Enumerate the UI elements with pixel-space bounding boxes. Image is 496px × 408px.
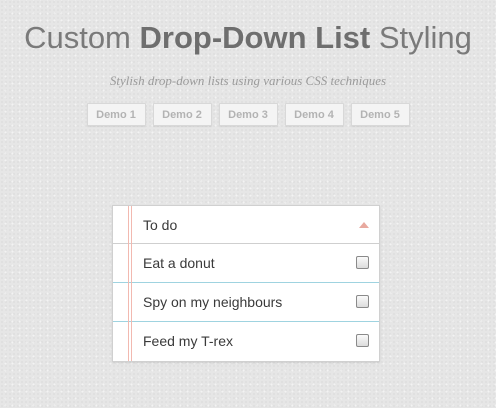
item-label-eat-donut: Eat a donut — [143, 255, 215, 271]
title-light: Custom — [24, 20, 140, 55]
demo-3-button[interactable]: Demo 3 — [218, 103, 278, 126]
checkbox-eat-donut[interactable] — [356, 256, 369, 269]
todo-dropdown: To do Eat a donut Spy on my neighbours F… — [112, 205, 380, 362]
demo-4-button[interactable]: Demo 4 — [284, 103, 344, 126]
arrow-up-icon — [359, 222, 369, 228]
checkbox-spy-neighbours[interactable] — [356, 295, 369, 308]
item-label-feed-trex: Feed my T-rex — [143, 333, 233, 349]
checkbox-feed-trex[interactable] — [356, 334, 369, 347]
page-title: Custom Drop-Down List Styling — [0, 20, 496, 56]
list-item: Spy on my neighbours — [113, 283, 379, 322]
dropdown-label: To do — [143, 217, 178, 233]
demo-5-button[interactable]: Demo 5 — [350, 103, 410, 126]
title-end: Styling — [370, 20, 472, 55]
list-item: Eat a donut — [113, 244, 379, 283]
item-label-spy-neighbours: Spy on my neighbours — [143, 294, 283, 310]
demo-nav: Demo 1 Demo 2 Demo 3 Demo 4 Demo 5 — [0, 103, 496, 126]
title-bold: Drop-Down List — [139, 20, 371, 55]
list-item: Feed my T-rex — [113, 322, 379, 361]
dropdown-toggle[interactable]: To do — [113, 206, 379, 244]
page-subtitle: Stylish drop-down lists using various CS… — [109, 73, 387, 88]
demo-2-button[interactable]: Demo 2 — [152, 103, 212, 126]
demo-1-button[interactable]: Demo 1 — [86, 103, 146, 126]
